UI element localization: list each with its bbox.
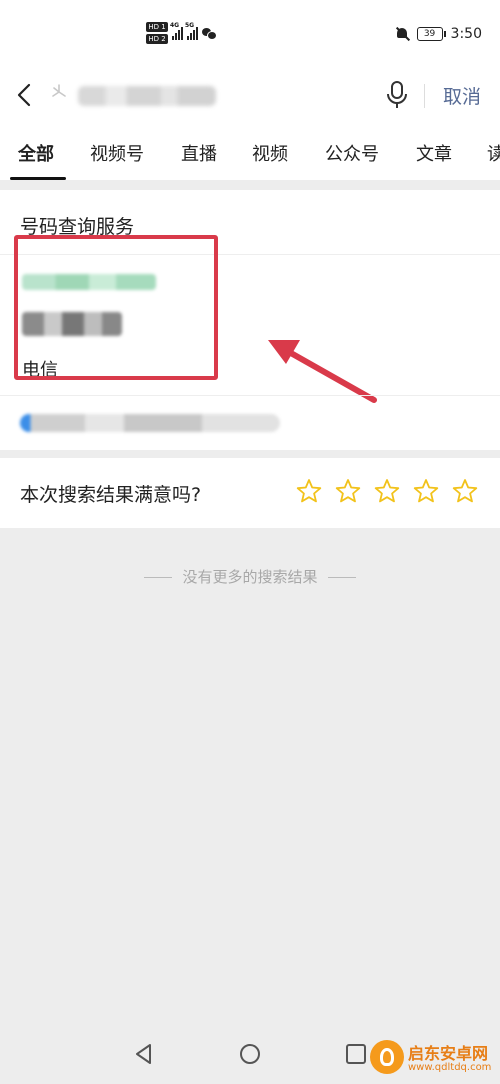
hd1-badge: HD 1 [146,22,168,32]
watermark-title: 启东安卓网 [408,1044,489,1063]
active-tab-indicator [10,177,66,180]
signal-5g-icon: 5G [185,22,198,40]
tab-live[interactable]: 直播 [181,140,217,166]
search-bar: 取消 [0,70,500,122]
tab-more[interactable]: 读 [487,140,500,166]
status-right: 39 3:50 [395,26,482,42]
end-of-results: 没有更多的搜索结果 [0,566,500,587]
mute-icon [395,27,409,41]
card-divider-2 [0,395,500,396]
wechat-notification-icon [202,27,217,40]
rating-stars [296,478,478,504]
feedback-question: 本次搜索结果满意吗? [20,484,202,506]
star-icon[interactable] [296,478,322,504]
tab-articles[interactable]: 文章 [416,140,452,166]
signal-4g-icon: 4G [170,22,183,40]
number-lookup-card: 号码查询服务 电信 [0,190,500,450]
star-icon[interactable] [413,478,439,504]
tab-video[interactable]: 视频 [252,140,288,166]
tab-all[interactable]: 全部 [18,140,54,166]
back-button[interactable] [14,82,36,108]
net1-label: 4G [170,22,180,29]
tab-channels[interactable]: 视频号 [90,140,144,166]
site-watermark: 启东安卓网 www.qdltdq.com [370,1040,498,1080]
cancel-button[interactable]: 取消 [443,82,481,109]
star-icon[interactable] [452,478,478,504]
nav-home-icon[interactable] [238,1042,262,1066]
end-of-results-text: 没有更多的搜索结果 [182,568,318,586]
star-icon[interactable] [374,478,400,504]
chevron-left-icon [17,83,31,107]
hd2-badge: HD 2 [146,34,168,44]
feedback-card: 本次搜索结果满意吗? [0,458,500,528]
status-left: HD 1 HD 2 4G 5G [146,22,217,44]
microphone-icon[interactable] [386,80,408,110]
highlight-annotation [14,235,218,380]
nav-recents-icon[interactable] [344,1042,368,1066]
nav-back-icon[interactable] [132,1042,156,1066]
annotation-arrow-icon [268,340,377,403]
search-divider [424,84,425,108]
net2-label: 5G [185,22,195,29]
watermark-logo-icon [370,1040,404,1074]
clock: 3:50 [450,26,482,42]
tab-official-accounts[interactable]: 公众号 [325,140,379,166]
watermark-url: www.qdltdq.com [408,1062,492,1073]
battery-icon: 39 [416,27,446,41]
search-input[interactable] [78,84,216,106]
service-link-blurred[interactable] [20,414,280,432]
search-scope-icon [52,84,66,97]
hd-indicators: HD 1 HD 2 [146,22,168,44]
status-bar: HD 1 HD 2 4G 5G 39 3:50 [0,0,500,70]
star-icon[interactable] [335,478,361,504]
category-tabs: 全部 视频号 直播 视频 公众号 文章 读 [0,122,500,180]
